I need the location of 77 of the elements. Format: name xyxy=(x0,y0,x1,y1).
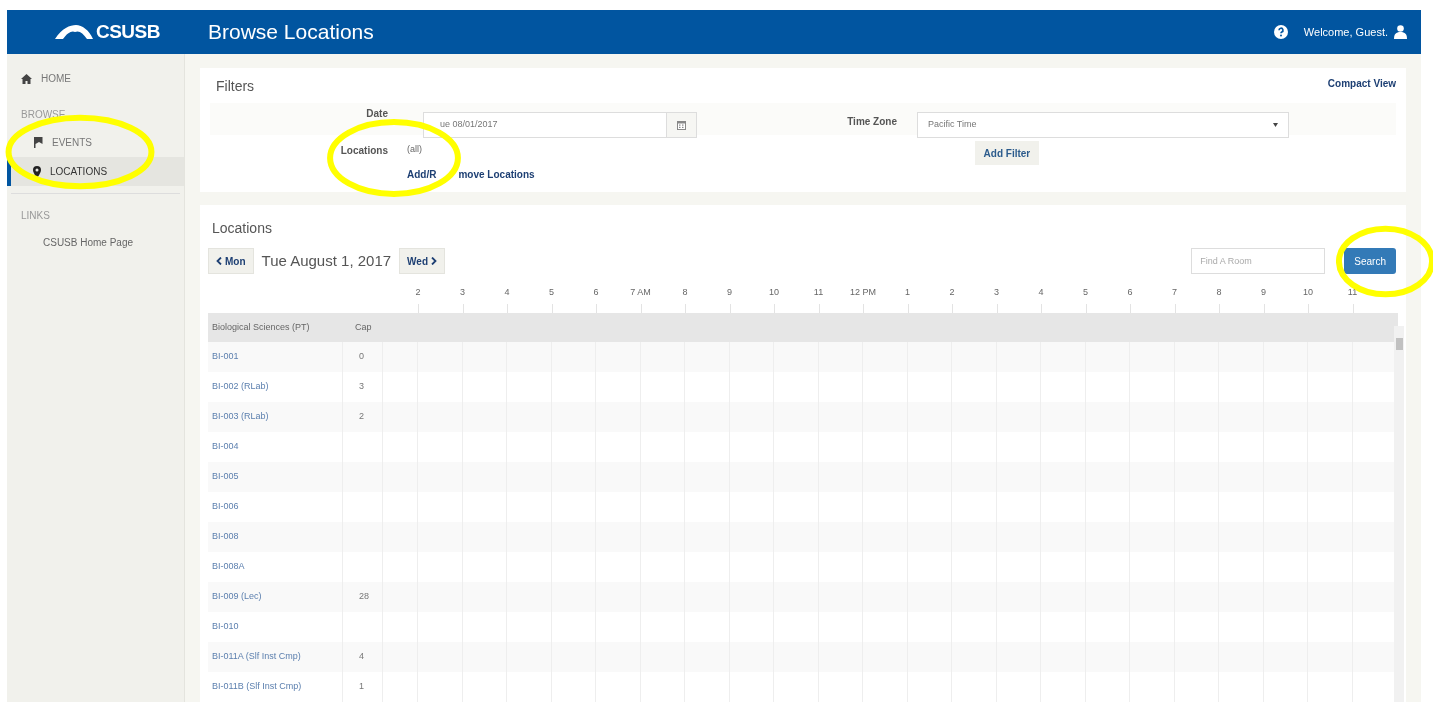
hour-label: 10 xyxy=(1303,286,1313,299)
flag-icon xyxy=(33,137,43,148)
sidebar-item[interactable]: HOME xyxy=(7,64,184,93)
chevron-right-icon xyxy=(431,257,438,265)
room-link[interactable]: BI-008A xyxy=(212,560,245,574)
sidebar-heading: LINKS xyxy=(20,209,51,223)
calendar-icon xyxy=(677,120,686,130)
room-search-field[interactable]: Find A Room xyxy=(1191,248,1326,274)
hour-label: 8 xyxy=(1216,286,1222,299)
column-header: Biological Sciences (PT) xyxy=(211,320,311,334)
sidebar-item[interactable]: EVENTS xyxy=(7,128,184,157)
room-link[interactable]: BI-002 (RLab) xyxy=(212,380,269,394)
home-icon xyxy=(21,73,32,84)
room-link[interactable]: BI-006 xyxy=(212,500,239,514)
hour-label: 11 xyxy=(813,286,824,299)
panel-title: Filters xyxy=(216,77,255,96)
hour-label: 11 xyxy=(1347,286,1358,299)
column-header: Cap xyxy=(354,320,373,334)
hour-label: 6 xyxy=(593,286,599,299)
capacity-cell: 0 xyxy=(359,350,364,364)
capacity-cell: 2 xyxy=(359,410,364,424)
field-label: Locations xyxy=(339,144,388,158)
hour-label: 12 PM xyxy=(850,286,876,299)
hour-label: 5 xyxy=(549,286,554,299)
hour-label: 5 xyxy=(1083,286,1088,299)
hour-label: 1 xyxy=(905,286,910,299)
hour-label: 7 xyxy=(1172,286,1177,299)
hour-label: 2 xyxy=(415,286,421,299)
hour-label: 9 xyxy=(1261,286,1266,299)
add-remove-locations-link[interactable]: move Locations xyxy=(458,166,535,182)
panel-title: Locations xyxy=(211,219,273,238)
welcome-text[interactable]: Welcome, Guest. xyxy=(1303,23,1388,41)
capacity-cell: 4 xyxy=(359,650,364,664)
compact-view-link[interactable]: Compact View xyxy=(1327,76,1396,91)
hour-label: 8 xyxy=(682,286,688,299)
hour-label: 4 xyxy=(504,286,510,299)
room-link[interactable]: BI-008 xyxy=(212,530,239,544)
room-link[interactable]: BI-003 (RLab) xyxy=(212,410,269,424)
hour-label: 3 xyxy=(460,286,465,299)
hour-label: 6 xyxy=(1127,286,1133,299)
page-title: Browse Locations xyxy=(208,19,374,46)
field-label: Date xyxy=(366,107,388,121)
sidebar-link[interactable]: CSUSB Home Page xyxy=(7,229,184,256)
hour-label: 10 xyxy=(769,286,779,299)
room-link[interactable]: BI-010 xyxy=(212,620,239,634)
hour-label: 4 xyxy=(1038,286,1044,299)
hour-label: 2 xyxy=(949,286,955,299)
scrollbar[interactable] xyxy=(1394,326,1404,702)
next-day-button[interactable]: Wed xyxy=(399,248,446,274)
hour-label: 9 xyxy=(727,286,732,299)
capacity-cell: 28 xyxy=(359,590,369,604)
logo-text[interactable]: CSUSB xyxy=(95,17,161,47)
room-link[interactable]: BI-004 xyxy=(212,440,239,454)
capacity-cell: 1 xyxy=(359,680,364,694)
date-field[interactable]: ue 08/01/2017 xyxy=(423,112,697,138)
chevron-left-icon xyxy=(216,257,222,265)
user-icon xyxy=(1394,25,1407,39)
search-button[interactable]: Search xyxy=(1344,248,1396,274)
room-link[interactable]: BI-011B (Slf Inst Cmp) xyxy=(212,680,302,694)
field-label: Time Zone xyxy=(846,115,897,129)
time-zone-select[interactable]: Pacific Time xyxy=(917,112,1289,138)
mountain-logo-icon xyxy=(53,24,94,40)
current-date: Tue August 1, 2017 xyxy=(260,250,393,271)
caret-icon xyxy=(1273,123,1278,127)
map-pin-icon xyxy=(33,165,41,178)
capacity-cell: 3 xyxy=(359,380,364,394)
room-link[interactable]: BI-009 (Lec) xyxy=(212,590,262,604)
help-icon xyxy=(1273,25,1288,39)
room-link[interactable]: BI-001 xyxy=(212,350,239,364)
room-link[interactable]: BI-005 xyxy=(212,470,239,484)
hour-label: 3 xyxy=(994,286,999,299)
field-value: (all) xyxy=(407,143,423,156)
previous-day-button[interactable]: Mon xyxy=(208,248,254,274)
room-link[interactable]: BI-011A (Slf Inst Cmp) xyxy=(212,650,301,664)
add-filter-button[interactable]: Add Filter xyxy=(974,141,1040,165)
hour-label: 7 AM xyxy=(630,286,651,299)
add-remove-locations-link[interactable]: Add/R xyxy=(407,166,437,182)
